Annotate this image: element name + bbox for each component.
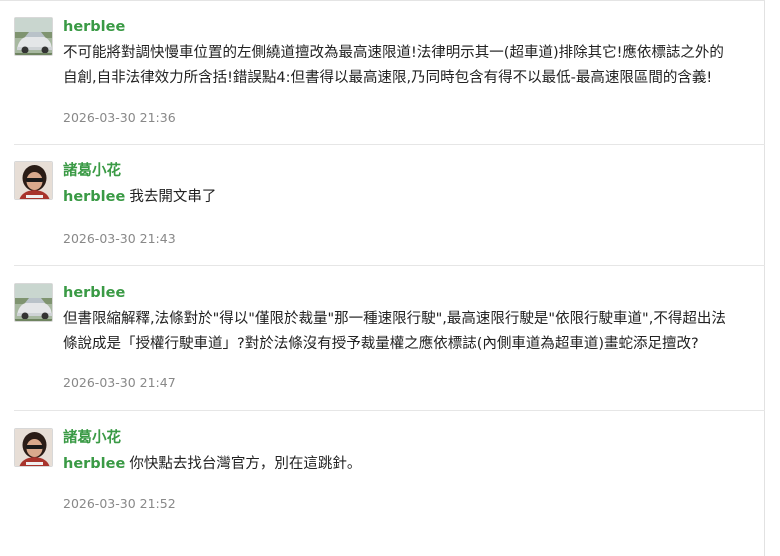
comment-text: 但書限縮解釋,法條對於"得以"僅限於裁量"那一種速限行駛",最高速限行駛是"依限… [63, 307, 757, 356]
mention-link[interactable]: herblee [63, 456, 125, 472]
comment-timestamp: 2026-03-30 21:36 [63, 110, 176, 125]
person-avatar-icon [15, 429, 52, 466]
comment-author[interactable]: herblee [63, 17, 757, 37]
comment-text-line: 自創,自非法律效力所含括!錯誤點4:但書得以最高速限,乃同時包含有得不以最低-最… [63, 69, 713, 86]
comment-timestamp: 2026-03-30 21:52 [63, 496, 176, 511]
car-avatar-icon [15, 18, 52, 55]
comment-item: herblee 不可能將對調快慢車位置的左側繞道擅改為最高速限道!法律明示其一(… [0, 17, 765, 145]
comment-text-line: 條說成是「授權行駛車道」?對於法條沒有授予裁量權之應依標誌(內側車道為超車道)畫… [63, 335, 699, 352]
mention-link[interactable]: herblee [63, 189, 125, 205]
avatar[interactable] [14, 283, 53, 322]
comment-text-line: 不可能將對調快慢車位置的左側繞道擅改為最高速限道!法律明示其一(超車道)排除其它… [63, 45, 724, 61]
comment-item: 諸葛小花 herblee 我去開文串了 2026-03-30 21:43 [0, 161, 765, 266]
comment-text-line: 我去開文串了 [129, 189, 217, 205]
thread-top-border [0, 0, 765, 1]
comment-author[interactable]: herblee [63, 283, 757, 303]
comment-text: herblee 我去開文串了 [63, 185, 757, 210]
comment-item: herblee 但書限縮解釋,法條對於"得以"僅限於裁量"那一種速限行駛",最高… [0, 283, 765, 411]
comment-text: herblee 你快點去找台灣官方，別在這跳針。 [63, 452, 757, 477]
comment-timestamp: 2026-03-30 21:43 [63, 231, 176, 246]
comment-text: 不可能將對調快慢車位置的左側繞道擅改為最高速限道!法律明示其一(超車道)排除其它… [63, 41, 757, 90]
comment-author[interactable]: 諸葛小花 [63, 161, 757, 181]
person-avatar-icon [15, 162, 52, 199]
avatar[interactable] [14, 428, 53, 467]
car-avatar-icon [15, 284, 52, 321]
comment-author[interactable]: 諸葛小花 [63, 428, 757, 448]
comment-divider [14, 410, 765, 411]
comment-thread: herblee 不可能將對調快慢車位置的左側繞道擅改為最高速限道!法律明示其一(… [0, 0, 765, 556]
comment-text-line: 你快點去找台灣官方，別在這跳針。 [129, 456, 362, 472]
avatar[interactable] [14, 161, 53, 200]
comment-divider [14, 144, 765, 145]
comment-timestamp: 2026-03-30 21:47 [63, 375, 176, 390]
avatar[interactable] [14, 17, 53, 56]
comment-item: 諸葛小花 herblee 你快點去找台灣官方，別在這跳針。 2026-03-30 … [0, 428, 765, 538]
comment-divider [14, 265, 765, 266]
comment-text-line: 但書限縮解釋,法條對於"得以"僅限於裁量"那一種速限行駛",最高速限行駛是"依限… [63, 311, 726, 327]
